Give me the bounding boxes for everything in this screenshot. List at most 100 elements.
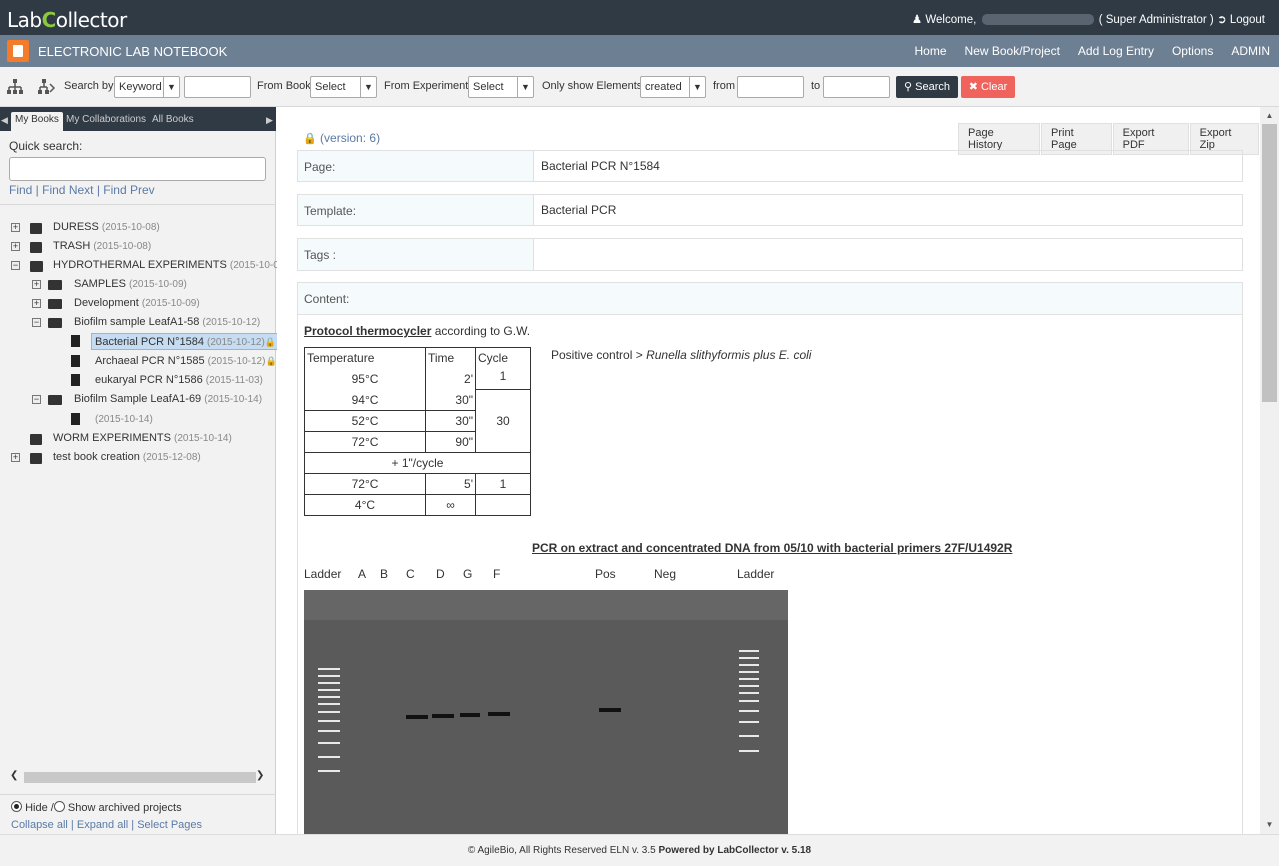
table-row: Temperature Time Cycle <box>304 347 531 369</box>
clear-button[interactable]: ✖ Clear <box>961 76 1015 98</box>
nav-admin[interactable]: ADMIN <box>1222 35 1279 67</box>
scroll-left-icon[interactable]: ❮ <box>10 770 18 781</box>
clear-button-label: Clear <box>980 81 1008 93</box>
nav-add-log-entry[interactable]: Add Log Entry <box>1069 35 1163 67</box>
open-book-icon <box>30 261 43 272</box>
find-next-link[interactable]: Find Next <box>42 183 93 197</box>
logout-link[interactable]: Logout <box>1230 14 1265 26</box>
quick-search-input[interactable] <box>9 157 266 181</box>
scroll-right-icon[interactable]: ❯ <box>256 770 264 781</box>
nav-bar: ELECTRONIC LAB NOTEBOOK Home New Book/Pr… <box>0 35 1279 67</box>
lane-label: A <box>358 567 367 581</box>
positive-control-note: Positive control > Runella slithyformis … <box>551 348 811 362</box>
collapse-icon[interactable]: − <box>11 261 20 270</box>
tab-all-books[interactable]: All Books <box>152 112 194 131</box>
lane-label: Ladder <box>304 567 342 581</box>
chevron-down-icon: ▼ <box>360 77 376 97</box>
expand-tree-icon[interactable] <box>6 78 24 96</box>
collapse-all-link[interactable]: Collapse all <box>11 819 68 831</box>
tree-item-label: Biofilm Sample LeafA1-69 <box>74 393 202 405</box>
collapse-tree-icon[interactable] <box>37 78 55 96</box>
sidebar: ◀ My Books My Collaborations All Books ▶… <box>0 107 288 834</box>
expand-icon[interactable]: + <box>11 223 20 232</box>
show-archived-radio[interactable] <box>53 801 65 812</box>
scrollbar-thumb[interactable] <box>24 772 256 783</box>
expand-icon[interactable]: + <box>32 299 41 308</box>
folder-icon <box>48 299 62 309</box>
table-cell: 90" <box>425 431 476 453</box>
show-archived-label: Show archived projects <box>67 802 182 814</box>
tree-item-label: eukaryal PCR N°1586 <box>95 374 203 386</box>
divider <box>0 794 276 795</box>
tab-scroll-right-icon[interactable]: ▶ <box>266 112 273 131</box>
protocol-heading: Protocol thermocycler according to G.W. <box>304 324 530 338</box>
only-show-select[interactable]: created ▼ <box>640 76 706 98</box>
logout-icon[interactable]: ➲ <box>1217 14 1227 26</box>
tree-item-label: test book creation <box>53 451 140 463</box>
expand-icon[interactable]: + <box>32 280 41 289</box>
expand-all-link[interactable]: Expand all <box>77 819 128 831</box>
main-vertical-scrollbar[interactable]: ▲ ▼ <box>1260 107 1279 834</box>
tree-folder-biofilm-69[interactable]: Biofilm Sample LeafA1-69 (2015-10-14) <box>74 391 262 408</box>
tree-book-worm[interactable]: WORM EXPERIMENTS (2015-10-14) <box>53 430 232 447</box>
notebook-icon <box>7 40 29 62</box>
from-book-label: From Book <box>257 80 311 92</box>
scroll-up-icon[interactable]: ▲ <box>1260 109 1279 123</box>
select-pages-link[interactable]: Select Pages <box>137 819 202 831</box>
from-book-select[interactable]: Select ▼ <box>310 76 377 98</box>
nav-options[interactable]: Options <box>1163 35 1222 67</box>
find-link[interactable]: Find <box>9 183 32 197</box>
main-content: 🔒 (version: 6) Page History Print Page E… <box>277 107 1260 834</box>
tab-scroll-left-icon[interactable]: ◀ <box>1 112 8 131</box>
from-experiment-value: Select <box>473 81 504 93</box>
nav-new-book-project[interactable]: New Book/Project <box>956 35 1069 67</box>
find-prev-link[interactable]: Find Prev <box>103 183 154 197</box>
search-button-label: Search <box>915 81 950 93</box>
tree-page-bacterial-pcr[interactable]: Bacterial PCR N°1584 (2015-10-12)🔒 <box>91 333 281 350</box>
tree-page-eukaryal-pcr[interactable]: eukaryal PCR N°1586 (2015-11-03) <box>95 372 263 389</box>
collapse-icon[interactable]: − <box>32 395 41 404</box>
table-cell: 30" <box>425 389 476 411</box>
gel-lane-labels: Ladder A B C D G F Pos Neg Ladder <box>304 567 784 583</box>
tab-my-books[interactable]: My Books <box>11 112 63 131</box>
collapse-icon[interactable]: − <box>32 318 41 327</box>
nav-home[interactable]: Home <box>906 35 956 67</box>
from-date-input[interactable] <box>737 76 804 98</box>
table-cell: 95°C <box>304 368 426 390</box>
tree-folder-samples[interactable]: SAMPLES (2015-10-09) <box>74 276 187 293</box>
tree-book-duress[interactable]: DURESS (2015-10-08) <box>53 219 160 236</box>
from-experiment-select[interactable]: Select ▼ <box>468 76 534 98</box>
tree-item-date: (2015-10-08) <box>93 241 152 252</box>
keyword-input[interactable] <box>184 76 251 98</box>
scroll-down-icon[interactable]: ▼ <box>1260 818 1279 832</box>
search-toolbar: Search by Keyword ▼ From Book Select ▼ Fro… <box>0 67 1279 107</box>
page-icon <box>71 355 80 367</box>
tree-item-date: (2015-10-14) <box>204 394 263 405</box>
search-button[interactable]: ⚲ Search <box>896 76 958 98</box>
tree-book-hydrothermal[interactable]: HYDROTHERMAL EXPERIMENTS (2015-10-08) <box>53 257 288 274</box>
tree-book-trash[interactable]: TRASH (2015-10-08) <box>53 238 151 255</box>
tree-folder-development[interactable]: Development (2015-10-09) <box>74 295 200 312</box>
tree-page-archaeal-pcr[interactable]: Archaeal PCR N°1585 (2015-10-12)🔒 <box>95 353 277 370</box>
scrollbar-thumb[interactable] <box>1262 124 1277 402</box>
search-by-select[interactable]: Keyword ▼ <box>114 76 180 98</box>
expand-icon[interactable]: + <box>11 453 20 462</box>
sidebar-horizontal-scrollbar[interactable]: ❮ ❯ <box>6 770 269 784</box>
tab-my-collaborations[interactable]: My Collaborations <box>66 112 146 131</box>
tree-page-untitled[interactable]: (2015-10-14) <box>95 411 153 428</box>
labcollector-logo[interactable]: LabCollector <box>7 8 127 32</box>
top-bar: LabCollector ♟ Welcome, ( Super Administ… <box>0 0 1279 35</box>
expand-icon[interactable]: + <box>11 242 20 251</box>
tree-book-test[interactable]: test book creation (2015-12-08) <box>53 449 201 466</box>
footer-powered-by: Powered by LabCollector v. 5.18 <box>658 845 812 856</box>
to-date-input[interactable] <box>823 76 890 98</box>
hide-radio[interactable] <box>11 801 22 812</box>
table-cell: 30" <box>425 410 476 432</box>
to-date-label: to <box>811 80 821 92</box>
tree-item-label: HYDROTHERMAL EXPERIMENTS <box>53 259 227 271</box>
table-header: Temperature <box>304 347 426 369</box>
protocol-suffix: according to G.W. <box>434 324 531 338</box>
close-icon: ✖ <box>968 81 978 93</box>
tree-folder-biofilm-58[interactable]: Biofilm sample LeafA1-58 (2015-10-12) <box>74 314 260 331</box>
lock-icon: 🔒 <box>303 133 317 145</box>
